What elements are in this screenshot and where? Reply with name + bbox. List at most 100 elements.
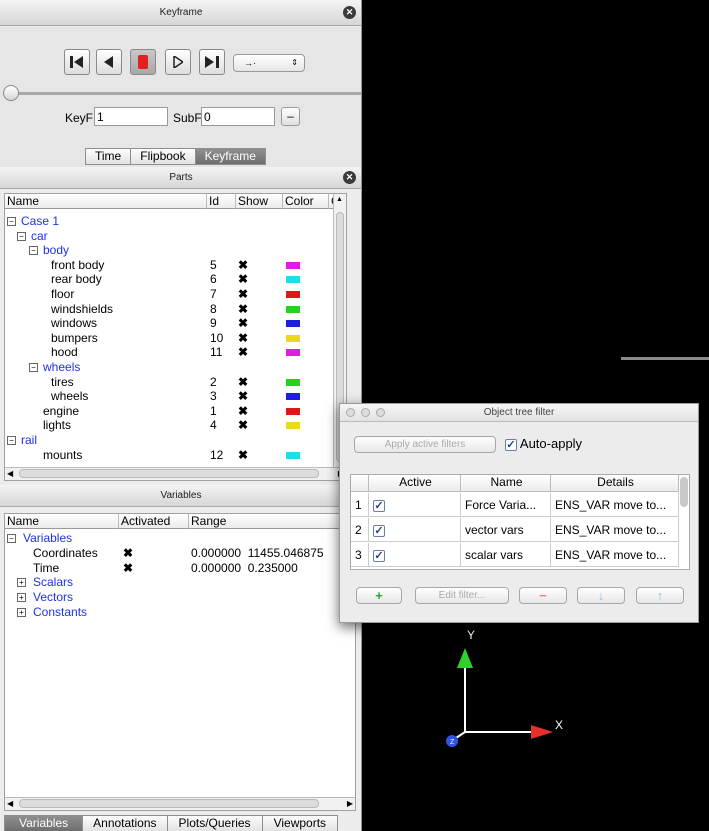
filter-table[interactable]: Active Name Details 1 ✓ Force Varia... ENS_… (350, 474, 690, 570)
auto-apply-checkbox[interactable]: ✓ Auto-apply (505, 436, 582, 451)
step-back-button[interactable] (64, 49, 90, 75)
collapse-icon[interactable]: − (7, 534, 16, 543)
variables-col-range[interactable]: Range (189, 514, 355, 529)
variables-hscroll-thumb[interactable] (19, 799, 319, 808)
color-swatch[interactable] (286, 320, 300, 328)
variable-row[interactable]: + Constants (5, 605, 355, 620)
filter-details-cell[interactable]: ENS_VAR move to... (551, 543, 679, 567)
parts-col-color[interactable]: Color (283, 194, 329, 209)
collapse-icon[interactable]: − (17, 231, 26, 241)
filter-col-name[interactable]: Name (461, 475, 551, 492)
parts-row[interactable]: bumpers10✖Cc (5, 331, 346, 346)
parts-row[interactable]: lights4✖C (5, 418, 342, 433)
color-swatch[interactable] (286, 378, 300, 386)
parts-row[interactable]: hood11✖Cc (5, 345, 346, 360)
visible-check-icon[interactable]: ✖ (238, 404, 248, 419)
filter-active-cell[interactable]: ✓ (369, 493, 461, 517)
collapse-icon[interactable]: − (7, 436, 16, 445)
parts-row[interactable]: − body (5, 243, 335, 258)
keyframe-slider-thumb[interactable] (3, 85, 19, 101)
parts-row[interactable]: mounts12✖C (5, 448, 342, 463)
visible-check-icon[interactable]: ✖ (238, 331, 248, 346)
filter-active-cell[interactable]: ✓ (369, 543, 461, 567)
tab-variables[interactable]: Variables (4, 815, 84, 831)
parts-row[interactable]: floor7✖Cc (5, 287, 346, 302)
parts-row[interactable]: wheels3✖Cc (5, 389, 346, 404)
color-swatch[interactable] (286, 451, 300, 459)
filter-row-number[interactable]: 1 (351, 493, 369, 517)
filter-active-checkbox[interactable]: ✓ (373, 549, 385, 562)
subf-field[interactable] (201, 107, 275, 126)
move-down-button[interactable]: ↓ (577, 587, 625, 604)
tab-keyframe[interactable]: Keyframe (194, 148, 266, 165)
activated-icon[interactable]: ✖ (123, 546, 133, 561)
scroll-right-icon[interactable]: ▶ (347, 799, 353, 808)
variables-col-activated[interactable]: Activated (119, 514, 189, 529)
parts-row[interactable]: tires2✖Cc (5, 375, 346, 390)
variables-horizontal-scrollbar[interactable]: ◀ ▶ (5, 797, 355, 810)
collapse-icon[interactable]: − (29, 246, 38, 256)
play-backward-button[interactable] (96, 49, 122, 75)
color-swatch[interactable] (286, 291, 300, 298)
parts-row[interactable]: − wheels (5, 360, 335, 375)
scroll-up-icon[interactable]: ▲ (336, 196, 344, 204)
visible-check-icon[interactable]: ✖ (238, 345, 248, 360)
color-swatch[interactable] (286, 261, 300, 269)
window-close-icon[interactable] (346, 408, 355, 417)
variable-row[interactable]: Time ✖ 0.000000 0.235000 (5, 561, 355, 576)
window-minimize-icon[interactable] (361, 408, 370, 417)
parts-row[interactable]: windshields8✖Cc (5, 302, 346, 317)
filter-name-cell[interactable]: Force Varia... (461, 493, 551, 517)
filter-active-checkbox[interactable]: ✓ (373, 524, 385, 537)
visible-check-icon[interactable]: ✖ (238, 272, 248, 287)
parts-col-show[interactable]: Show (236, 194, 283, 209)
tab-annotations[interactable]: Annotations (82, 815, 168, 831)
tab-plots-queries[interactable]: Plots/Queries (166, 815, 263, 831)
step-forward-button[interactable] (199, 49, 225, 75)
visible-check-icon[interactable]: ✖ (238, 258, 248, 273)
parts-hscroll-thumb[interactable] (19, 469, 319, 478)
color-swatch[interactable] (286, 276, 300, 284)
parts-row[interactable]: windows9✖Cc (5, 316, 346, 331)
visible-check-icon[interactable]: ✖ (238, 389, 248, 404)
parts-row[interactable]: − Case 1 (5, 214, 335, 229)
filter-name-cell[interactable]: vector vars (461, 518, 551, 542)
filter-active-checkbox[interactable]: ✓ (373, 499, 385, 512)
expand-icon[interactable]: + (17, 593, 26, 603)
collapse-icon[interactable]: − (7, 217, 16, 226)
expand-icon[interactable]: + (17, 578, 26, 588)
variables-tree[interactable]: Name Activated Range − Variables Coordinat… (4, 513, 356, 811)
variable-row[interactable]: Coordinates ✖ 0.000000 11455.046875 (5, 546, 355, 561)
parts-row[interactable]: engine1✖Cc (5, 404, 346, 419)
filter-col-details[interactable]: Details (551, 475, 679, 492)
activated-icon[interactable]: ✖ (123, 561, 133, 576)
color-swatch[interactable] (286, 407, 300, 415)
parts-col-name[interactable]: Name (5, 194, 207, 209)
filter-row-number[interactable]: 3 (351, 543, 369, 567)
parts-row[interactable]: − rail (5, 433, 335, 448)
parts-horizontal-scrollbar[interactable]: ◀ ▶ (5, 467, 346, 480)
visible-check-icon[interactable]: ✖ (238, 448, 248, 463)
scroll-left-icon[interactable]: ◀ (7, 469, 13, 478)
filter-name-cell[interactable]: scalar vars (461, 543, 551, 567)
parts-row[interactable]: rear body6✖Cc (5, 272, 346, 287)
close-icon[interactable]: ✕ (343, 171, 356, 184)
keyf-field[interactable] (94, 107, 168, 126)
stop-button[interactable] (130, 49, 156, 75)
window-zoom-icon[interactable] (376, 408, 385, 417)
parts-row[interactable]: front body5✖Cc (5, 258, 346, 273)
subf-minus-button[interactable]: – (281, 107, 300, 126)
keyframe-slider-track[interactable] (10, 92, 361, 95)
filter-row-number[interactable]: 2 (351, 518, 369, 542)
close-icon[interactable]: ✕ (343, 6, 356, 19)
parts-tree[interactable]: Name Id Show Color Cc −Case 1−car−bodyfr… (4, 193, 347, 481)
tab-viewports[interactable]: Viewports (261, 815, 339, 831)
variable-row[interactable]: − Variables (5, 531, 355, 546)
visible-check-icon[interactable]: ✖ (238, 302, 248, 317)
apply-active-filters-button[interactable]: Apply active filters (354, 436, 496, 453)
filter-col-active[interactable]: Active (369, 475, 461, 492)
parts-col-id[interactable]: Id (207, 194, 236, 209)
visible-check-icon[interactable]: ✖ (238, 287, 248, 302)
visible-check-icon[interactable]: ✖ (238, 375, 248, 390)
color-swatch[interactable] (286, 393, 300, 401)
